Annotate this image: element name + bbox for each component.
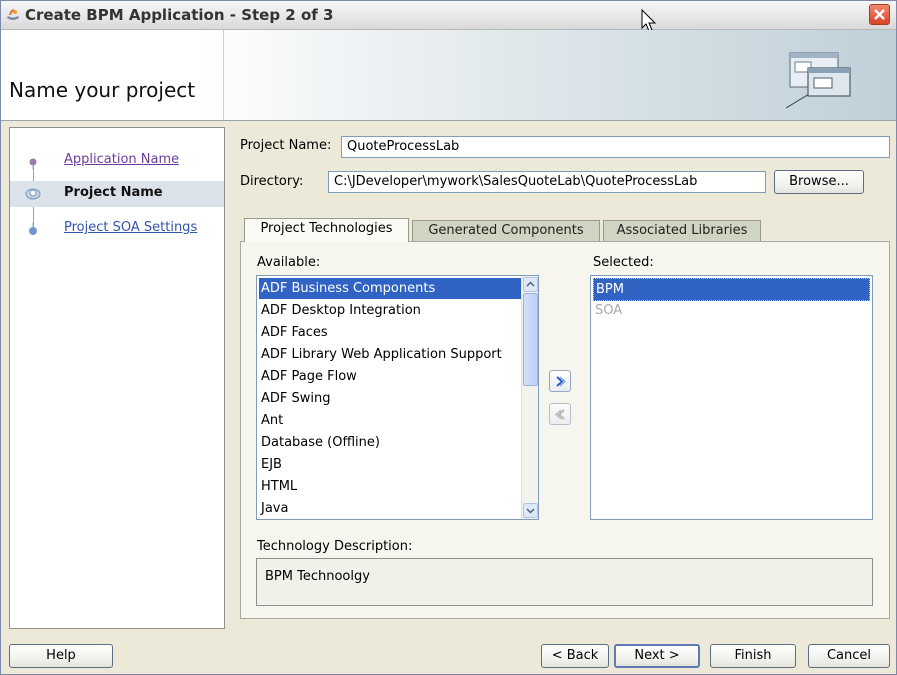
available-scrollbar[interactable]	[521, 276, 538, 519]
list-item[interactable]: Java	[259, 498, 288, 519]
wizard-steps-nav: Application Name Project Name Project SO…	[9, 127, 225, 629]
list-item[interactable]: ADF Page Flow	[259, 366, 357, 387]
window-title: Create BPM Application - Step 2 of 3	[25, 6, 334, 24]
finish-button[interactable]: Finish	[710, 644, 796, 668]
list-item[interactable]: ADF Faces	[259, 322, 328, 343]
wizard-graphic-icon	[785, 52, 851, 109]
step-current-icon	[25, 188, 41, 200]
browse-button[interactable]: Browse...	[774, 170, 864, 194]
list-item[interactable]: ADF Business Components	[259, 278, 522, 299]
move-right-button[interactable]	[549, 370, 571, 392]
list-item[interactable]: Ant	[259, 410, 283, 431]
page-title: Name your project	[9, 78, 196, 102]
double-chevron-right-icon	[556, 376, 566, 387]
list-item[interactable]: ADF Library Web Application Support	[259, 344, 502, 365]
list-item[interactable]: SOA	[593, 300, 622, 321]
nav-step-label: Project Name	[64, 185, 163, 200]
directory-label: Directory:	[240, 174, 304, 189]
next-button[interactable]: Next >	[614, 644, 700, 668]
available-list[interactable]: ADF Business Components ADF Desktop Inte…	[256, 275, 539, 520]
technology-description-box: BPM Technoolgy	[256, 558, 873, 606]
move-left-button[interactable]	[549, 403, 571, 425]
list-item[interactable]: ADF Desktop Integration	[259, 300, 421, 321]
nav-step-project-name[interactable]: Project Name	[10, 181, 224, 207]
step-visited-icon	[29, 158, 37, 169]
scroll-up-button[interactable]	[523, 277, 538, 292]
cancel-button[interactable]: Cancel	[808, 644, 890, 668]
directory-input[interactable]: C:\JDeveloper\mywork\SalesQuoteLab\Quote…	[328, 171, 766, 193]
help-button[interactable]: Help	[9, 644, 113, 668]
project-name-label: Project Name:	[240, 138, 332, 153]
list-item[interactable]: ADF Swing	[259, 388, 331, 409]
available-label: Available:	[257, 255, 321, 270]
nav-step-project-soa-settings[interactable]: Project SOA Settings	[10, 216, 224, 242]
tab-project-technologies[interactable]: Project Technologies	[244, 218, 409, 242]
double-chevron-left-icon	[555, 409, 565, 420]
selected-list[interactable]: BPM SOA	[590, 275, 873, 520]
chevron-down-icon	[526, 508, 535, 514]
close-button[interactable]	[869, 4, 890, 25]
banner-divider	[223, 30, 224, 120]
header-banner: Name your project	[1, 30, 896, 121]
nav-step-label[interactable]: Application Name	[64, 152, 179, 167]
scroll-thumb[interactable]	[523, 293, 538, 386]
list-item[interactable]: BPM	[593, 278, 870, 301]
list-item[interactable]: EJB	[259, 454, 282, 475]
list-item[interactable]: HTML	[259, 476, 297, 497]
nav-step-label[interactable]: Project SOA Settings	[64, 220, 197, 235]
dialog-window: Create BPM Application - Step 2 of 3 Nam…	[0, 0, 897, 675]
app-icon	[7, 9, 19, 20]
tab-associated-libraries[interactable]: Associated Libraries	[603, 220, 761, 242]
chevron-up-icon	[526, 281, 535, 287]
scroll-down-button[interactable]	[523, 503, 538, 518]
technology-description-label: Technology Description:	[257, 539, 413, 554]
list-item[interactable]: Database (Offline)	[259, 432, 380, 453]
selected-label: Selected:	[593, 255, 654, 270]
project-name-input[interactable]: QuoteProcessLab	[341, 136, 890, 158]
technology-description-text: BPM Technoolgy	[265, 569, 370, 584]
tab-generated-components[interactable]: Generated Components	[412, 220, 600, 242]
title-bar[interactable]: Create BPM Application - Step 2 of 3	[1, 1, 896, 32]
close-icon	[874, 9, 885, 20]
nav-step-application-name[interactable]: Application Name	[10, 148, 224, 174]
step-pending-icon	[29, 223, 37, 235]
back-button[interactable]: < Back	[541, 644, 609, 668]
